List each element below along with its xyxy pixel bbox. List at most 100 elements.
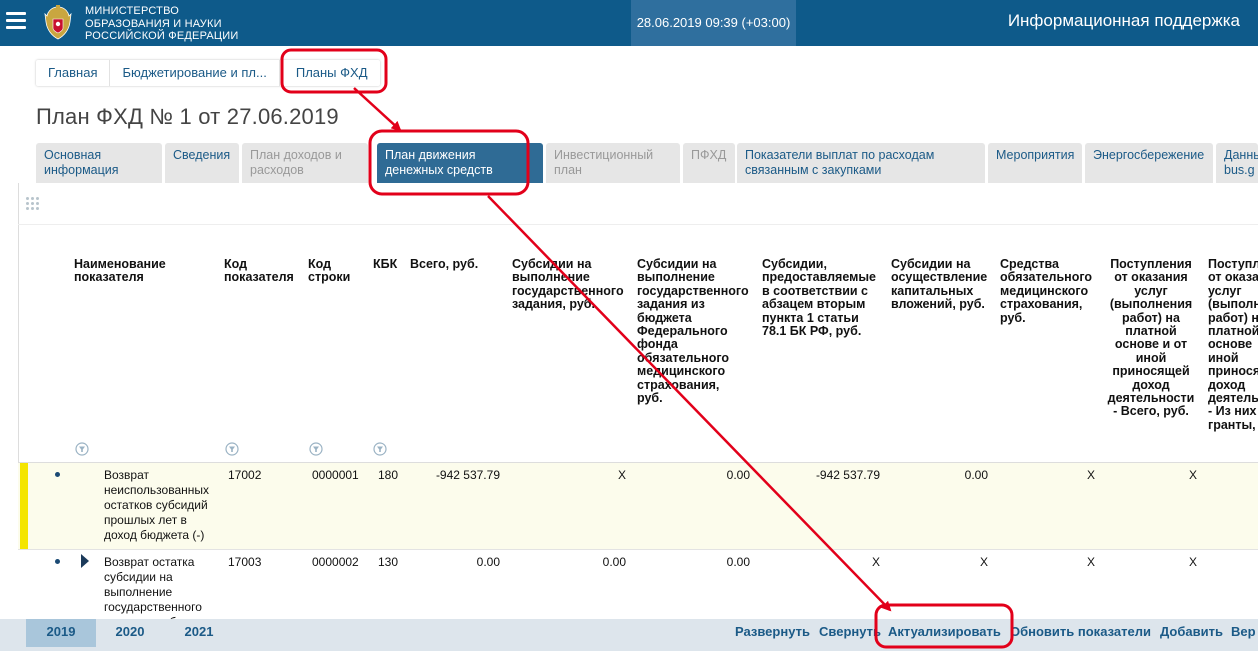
column-header-oms-funds[interactable]: Средства обязательного медицинского страхов… [1000,257,1092,325]
header-text: основе [1208,337,1253,352]
breadcrumb-home[interactable]: Главная [36,60,111,86]
expand-arrow-icon[interactable] [81,554,89,568]
header-text: страхования, [637,377,720,392]
header-text: иной [1208,350,1239,365]
header-text: Наименование [74,257,166,271]
header-text: выполнение [512,270,590,285]
row-total: -942 537.79 [435,468,500,482]
name-line: остатков субсидий [104,498,208,512]
year-tab-2021[interactable]: 2021 [170,619,228,651]
column-header-name[interactable]: Наименование показателя [74,257,166,285]
header-text: задания из [637,297,705,312]
bullet-icon [55,472,60,477]
name-line: выполнение [104,585,173,599]
collapse-button[interactable]: Свернуть [819,619,881,645]
table-row[interactable]: Возврат неиспользованных остатков субсидий… [18,463,1258,549]
header-text: показателя [74,270,144,285]
tab-energy-saving[interactable]: Энергосбережение [1085,143,1213,183]
column-header-paid-services[interactable]: Поступления от оказания услуг (выполнения ра… [1106,257,1196,419]
row-value: 0.00 [726,555,750,569]
filter-icon[interactable] [373,442,387,456]
breadcrumb-budgeting[interactable]: Бюджетирование и пл... [110,60,280,86]
tab-cash-flow-plan[interactable]: План движения денежных средств [377,143,543,183]
support-link[interactable]: Информационная поддержка [1008,0,1240,42]
tab-activities[interactable]: Мероприятия [988,143,1082,183]
filter-icon[interactable] [309,442,323,456]
ministry-line: ОБРАЗОВАНИЯ И НАУКИ [85,17,222,30]
tab-investment-plan[interactable]: Инвестиционный план [546,143,680,183]
column-header-subsidy-781[interactable]: Субсидии, предоставляемые в соответствии с… [762,257,876,339]
expand-button[interactable]: Развернуть [735,619,810,645]
header-text: вложений, руб. [891,297,985,312]
column-header-subsidy-state-task[interactable]: Субсидии на выполнение государственного зад… [512,257,624,312]
tab-label: Энергосбережение [1093,148,1205,162]
add-button[interactable]: Добавить [1160,619,1223,645]
row-value: 0.00 [726,468,750,482]
header-text: Субсидии на [512,257,592,271]
header-text: абзацем вторым [762,297,866,312]
coat-of-arms-icon [44,5,72,40]
row-value: 0.00 [964,468,988,482]
tab-label: Показатели выплат по расходам [745,148,935,162]
drag-handle-icon[interactable] [26,197,40,211]
column-header-total[interactable]: Всего, руб. [410,257,478,271]
annotation-arrow [353,87,402,132]
return-button[interactable]: Вер [1231,619,1256,645]
header-text: Субсидии на [637,257,717,271]
column-header-code[interactable]: Код показателя [224,257,294,285]
ministry-line: МИНИСТЕРСТВО [85,5,179,17]
header-text: капитальных [891,283,974,298]
name-line: государственного [104,600,202,614]
column-header-kbk[interactable]: КБК [373,257,397,271]
breadcrumb: Главная Бюджетирование и пл... Планы ФХД [36,60,380,86]
tab-details[interactable]: Сведения [165,143,239,183]
breadcrumb-fhd-plans[interactable]: Планы ФХД [280,60,380,86]
column-header-line-code[interactable]: Код строки [308,257,350,285]
table-row[interactable]: Возврат остатка субсидии на выполнение госу… [18,549,1258,629]
header-text: гранты, [1208,417,1256,432]
column-header-grants[interactable]: Поступленияот оказауслуг(выполнработ) нп… [1208,258,1258,432]
header-text: - Из них [1208,404,1257,419]
header-text: задания, руб. [512,297,595,312]
tab-label: денежных средств [385,163,493,177]
header-text: деятельн [1208,391,1258,406]
header-text: Поступления [1208,258,1258,271]
name-line: доход бюджета (-) [104,528,205,542]
tab-procurement-payments[interactable]: Показатели выплат по расходам связанным с… [737,143,985,183]
header-text: доход [1208,377,1246,392]
refresh-indicators-button[interactable]: Обновить показатели [1010,619,1151,645]
name-line: Возврат остатка [104,555,195,569]
header-text: иной [1135,350,1167,365]
name-line: прошлых лет в [104,513,187,527]
year-tab-2020[interactable]: 2020 [100,619,160,651]
header-text: фонда [637,337,678,352]
column-header-subsidy-ffoms[interactable]: Субсидии на выполнение государственного зад… [637,257,749,405]
row-value: -942 537.79 [815,468,880,482]
header-text: работ) на [1122,310,1180,325]
header-text: услуг [1134,283,1168,298]
header-text: медицинского [1000,283,1089,298]
filter-icon[interactable] [225,442,239,456]
ministry-line: РОССИЙСКОЙ ФЕДЕРАЦИИ [85,30,239,42]
row-value: X [617,468,626,482]
column-header-capital-investments[interactable]: Субсидии на осуществление капитальных вложе… [891,257,987,312]
header-text: услуг [1208,283,1242,298]
year-tab-2019[interactable]: 2019 [26,619,96,647]
hamburger-icon[interactable] [6,12,26,30]
tab-main-info[interactable]: Основная информация [36,143,162,183]
name-line: неиспользованных [104,483,209,497]
header-text: Поступления [1110,257,1192,271]
header-text: 78.1 БК РФ, руб. [762,324,862,339]
tab-label: расходов [250,163,304,177]
header-text: Субсидии, [762,257,827,271]
filter-icon[interactable] [75,442,89,456]
tab-pfhd[interactable]: ПФХД [683,143,735,183]
selected-row-marker [20,463,28,549]
tab-bus-gov[interactable]: Данны bus.g [1216,143,1258,183]
top-bar: МИНИСТЕРСТВО ОБРАЗОВАНИЯ И НАУКИ РОССИЙС… [0,0,1258,46]
header-text: Код [308,257,332,271]
header-text: приносящей [1112,364,1190,379]
row-value: X [1188,555,1197,569]
tab-income-expense-plan[interactable]: План доходов и расходов [242,143,368,183]
actualize-button[interactable]: Актуализировать [888,619,1001,645]
